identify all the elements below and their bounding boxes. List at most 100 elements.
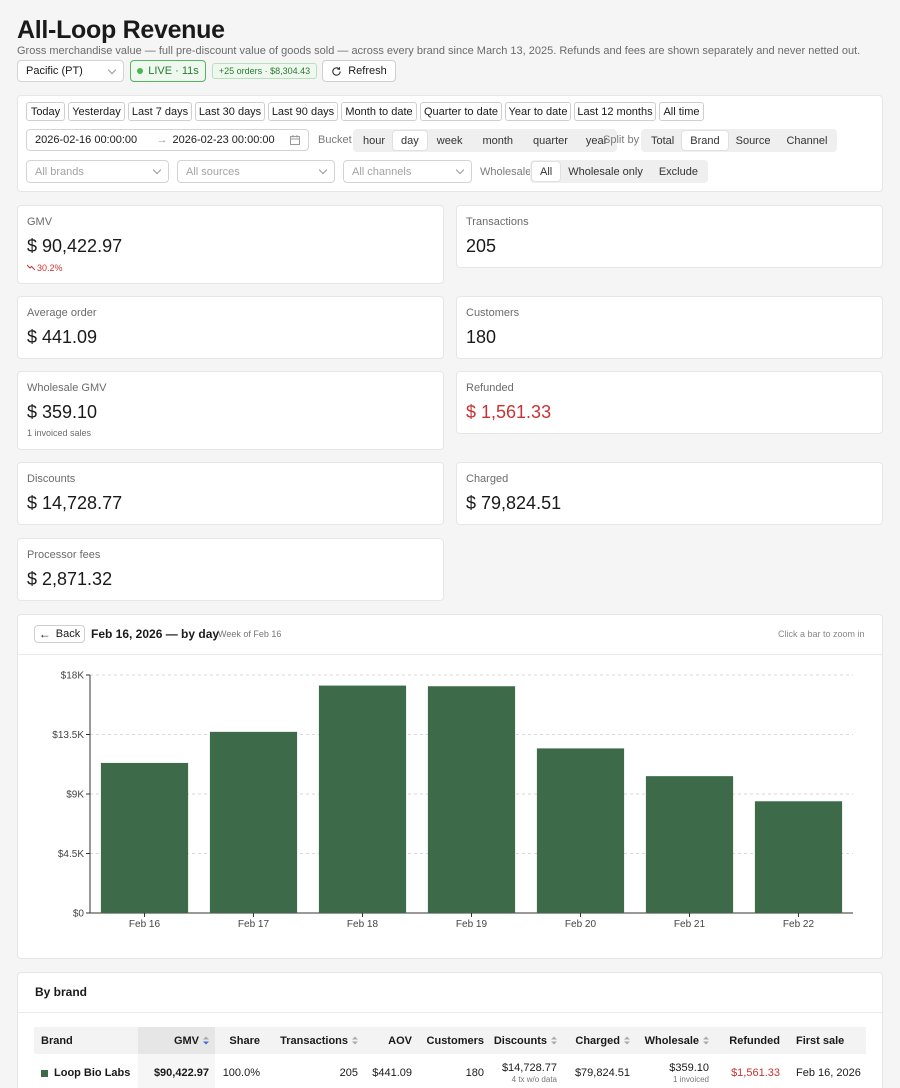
bucket-quarter[interactable]: quarter xyxy=(523,131,578,150)
stat-label: Refunded xyxy=(466,382,514,394)
wholesale-exclude[interactable]: Exclude xyxy=(651,162,706,181)
stat-label: Wholesale GMV xyxy=(27,382,107,394)
col-header-brand[interactable]: Brand xyxy=(34,1027,138,1054)
refresh-button[interactable]: Refresh xyxy=(322,60,396,82)
chevron-down-icon xyxy=(318,165,328,175)
stat-label: Charged xyxy=(466,473,509,485)
col-header-aov[interactable]: AOV xyxy=(364,1027,418,1054)
stat-card-processor-fees: Processor fees $ 2,871.32 xyxy=(17,538,444,601)
col-header-charged[interactable]: Charged xyxy=(563,1027,636,1054)
x-tick-label: Feb 16 xyxy=(129,919,161,930)
bucket-day[interactable]: day xyxy=(393,131,427,150)
col-header-wholesale[interactable]: Wholesale xyxy=(636,1027,715,1054)
range-mtd-button[interactable]: Month to date xyxy=(341,102,417,121)
range-last12m-button[interactable]: Last 12 months xyxy=(574,102,656,121)
new-orders-badge[interactable]: +25 orders · $8,304.43 xyxy=(212,63,317,79)
stat-label: Customers xyxy=(466,307,520,319)
bucket-hour[interactable]: hour xyxy=(355,131,393,150)
stat-label: Processor fees xyxy=(27,549,101,561)
range-yesterday-button[interactable]: Yesterday xyxy=(68,102,125,121)
y-tick-label: $9K xyxy=(66,790,84,801)
col-header-gmv[interactable]: GMV xyxy=(138,1027,215,1054)
split-channel[interactable]: Channel xyxy=(778,131,835,150)
live-label: LIVE · 11s xyxy=(148,65,199,77)
x-tick-label: Feb 21 xyxy=(674,919,706,930)
timezone-select[interactable]: Pacific (PT) xyxy=(17,60,124,82)
stat-label: Discounts xyxy=(27,473,76,485)
chart-bar[interactable] xyxy=(645,776,734,913)
chart-bar[interactable] xyxy=(536,748,625,913)
range-ytd-button[interactable]: Year to date xyxy=(505,102,571,121)
chart-bar[interactable] xyxy=(100,762,189,913)
channels-placeholder: All channels xyxy=(352,165,412,178)
range-last7-button[interactable]: Last 7 days xyxy=(128,102,192,121)
sort-icon xyxy=(352,1036,358,1045)
date-from[interactable]: 2026-02-16 00:00:00 xyxy=(35,134,157,146)
brands-select[interactable]: All brands xyxy=(26,160,169,183)
sort-icon xyxy=(624,1036,630,1045)
divider xyxy=(18,1012,882,1013)
table-row[interactable]: Loop Bio Labs $90,422.97 100.0% 205 $441… xyxy=(34,1054,866,1088)
chart-hint: Click a bar to zoom in xyxy=(778,629,865,639)
timezone-value: Pacific (PT) xyxy=(26,65,83,77)
stat-value: 180 xyxy=(466,327,497,347)
stat-value: 205 xyxy=(466,236,497,256)
col-header-first-sale[interactable]: First sale xyxy=(786,1027,866,1054)
cell-charged: $79,824.51 xyxy=(574,1067,630,1079)
chart-title: Feb 16, 2026 — by day xyxy=(91,627,220,641)
new-orders-text: +25 orders · $8,304.43 xyxy=(218,66,311,76)
range-today-button[interactable]: Today xyxy=(26,102,65,121)
stat-value: $ 441.09 xyxy=(27,327,98,347)
date-range-picker[interactable]: 2026-02-16 00:00:00 → 2026-02-23 00:00:0… xyxy=(26,129,309,151)
discounts-note: 4 tx w/o data xyxy=(511,1074,557,1084)
sort-icon xyxy=(703,1036,709,1045)
split-source[interactable]: Source xyxy=(728,131,779,150)
split-label: Split by xyxy=(603,134,640,146)
split-segmented: Total Brand Source Channel xyxy=(641,129,838,152)
cell-brand: Loop Bio Labs xyxy=(34,1054,138,1088)
stat-value: $ 14,728.77 xyxy=(27,493,123,513)
range-qtd-button[interactable]: Quarter to date xyxy=(420,102,502,121)
chart-bar[interactable] xyxy=(209,731,298,913)
table-header-row: Brand GMV Share Transactions AOV Custome… xyxy=(34,1027,866,1054)
col-header-customers[interactable]: Customers xyxy=(418,1027,490,1054)
chart-bar[interactable] xyxy=(318,685,407,913)
col-header-discounts[interactable]: Discounts xyxy=(490,1027,563,1054)
x-tick-label: Feb 19 xyxy=(456,919,488,930)
col-header-transactions[interactable]: Transactions xyxy=(266,1027,364,1054)
split-brand[interactable]: Brand xyxy=(682,131,728,150)
page-title: All-Loop Revenue xyxy=(17,16,225,44)
back-label: Back xyxy=(55,628,81,640)
calendar-icon[interactable] xyxy=(290,135,301,145)
date-to[interactable]: 2026-02-23 00:00:00 xyxy=(172,134,290,146)
live-indicator[interactable]: LIVE · 11s xyxy=(130,60,206,82)
chevron-down-icon xyxy=(152,165,162,175)
bucket-month[interactable]: month xyxy=(472,131,523,150)
arrow-left-icon: ← xyxy=(38,627,51,641)
col-header-refunded[interactable]: Refunded xyxy=(715,1027,786,1054)
cell-wholesale: $359.10 1 invoiced xyxy=(636,1054,715,1088)
chart-bar[interactable] xyxy=(754,801,843,913)
channels-select[interactable]: All channels xyxy=(343,160,472,183)
wholesale-all[interactable]: All xyxy=(532,162,561,181)
stat-card-gmv: GMV $ 90,422.97 30.2% xyxy=(17,205,444,284)
range-alltime-button[interactable]: All time xyxy=(659,102,704,121)
y-tick-label: $18K xyxy=(61,671,85,682)
chart-bar[interactable] xyxy=(427,686,516,913)
back-button[interactable]: ← Back xyxy=(34,625,85,643)
stat-card-customers: Customers 180 xyxy=(456,296,883,359)
wholesale-only[interactable]: Wholesale only xyxy=(560,162,651,181)
sources-select[interactable]: All sources xyxy=(177,160,335,183)
range-last30-button[interactable]: Last 30 days xyxy=(195,102,265,121)
range-last90-button[interactable]: Last 90 days xyxy=(268,102,338,121)
col-header-share[interactable]: Share xyxy=(215,1027,266,1054)
stat-card-wholesale-gmv: Wholesale GMV $ 359.10 1 invoiced sales xyxy=(17,371,444,450)
bucket-week[interactable]: week xyxy=(427,131,473,150)
cell-gmv: $90,422.97 xyxy=(138,1054,215,1088)
wholesale-label: Wholesale xyxy=(480,166,532,178)
refresh-icon xyxy=(332,66,341,76)
stat-value: $ 2,871.32 xyxy=(27,569,113,589)
split-total[interactable]: Total xyxy=(643,131,682,150)
cell-customers: 180 xyxy=(465,1067,484,1079)
cell-discounts: $14,728.77 4 tx w/o data xyxy=(490,1054,563,1088)
